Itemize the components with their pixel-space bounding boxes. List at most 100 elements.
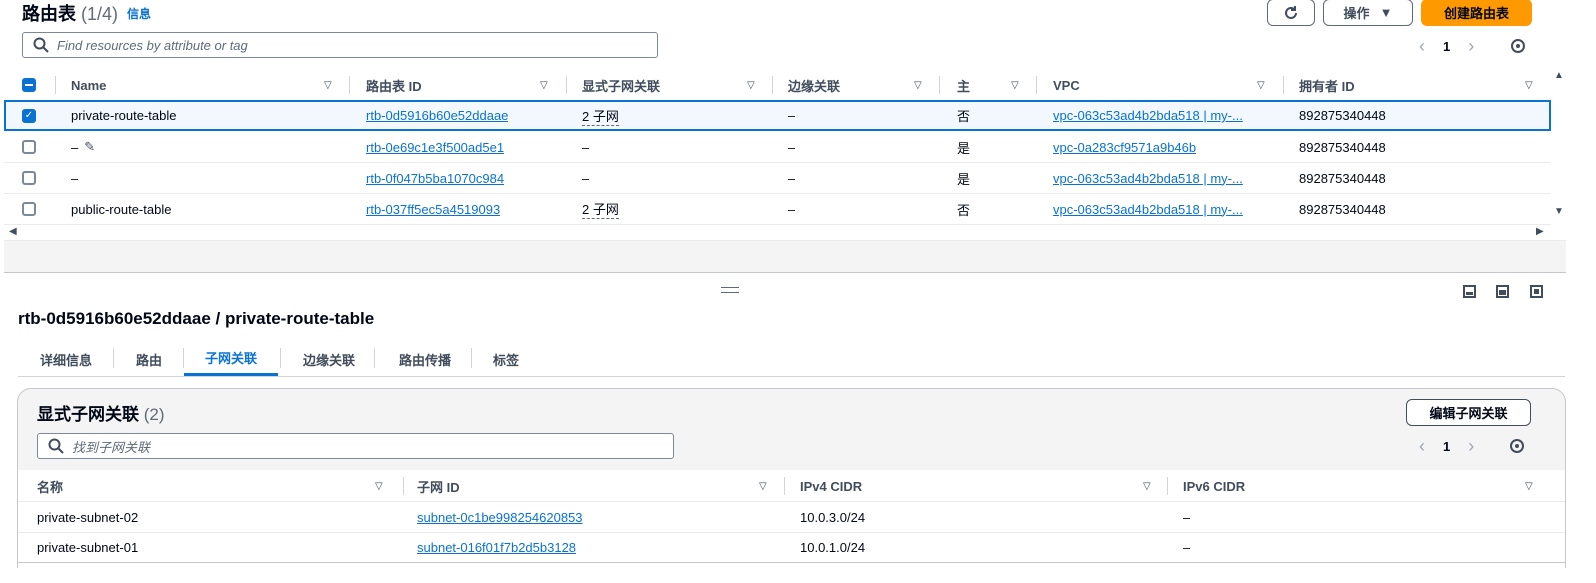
actions-button[interactable]: 操作 ▼ [1323,0,1413,26]
row-name[interactable]: private-route-table [71,102,177,129]
route-table-id-link[interactable]: rtb-037ff5ec5a4519093 [366,202,500,217]
row-name: public-route-table [71,201,172,217]
row-checkbox[interactable] [22,140,36,154]
column-header-id[interactable]: 路由表 ID [366,76,422,95]
tab-details[interactable]: 详细信息 [26,342,106,376]
column-header-main[interactable]: 主 [957,76,970,95]
sort-icon[interactable]: ▽ [540,80,548,91]
table-row[interactable]: public-route-table rtb-037ff5ec5a4519093… [4,194,1551,225]
main-flag: 否 [957,109,971,124]
next-page-icon[interactable]: › [1468,436,1474,457]
settings-icon[interactable] [1509,37,1527,55]
table-row[interactable]: – rtb-0f047b5ba1070c984 – – 是 vpc-063c53… [4,163,1551,194]
row-name: – [71,139,79,155]
sort-icon[interactable]: ▽ [1525,80,1533,91]
column-header-edge[interactable]: 边缘关联 [788,76,840,95]
column-divider[interactable] [784,477,785,495]
info-link[interactable]: 信息 [127,5,151,22]
sort-icon[interactable]: ▽ [1257,80,1265,91]
page-number[interactable]: 1 [1443,439,1450,454]
split-panel-bottom-icon[interactable] [1463,285,1476,298]
settings-icon[interactable] [1508,437,1526,455]
main-flag: 是 [957,171,971,187]
column-divider[interactable] [939,76,940,94]
column-header-subnets[interactable]: 显式子网关联 [582,76,660,95]
route-table-id-link[interactable]: rtb-0d5916b60e52ddaae [366,108,508,123]
column-divider[interactable] [1036,76,1037,94]
tab-route-propagation[interactable]: 路由传播 [380,342,470,376]
prev-page-icon[interactable]: ‹ [1419,36,1425,57]
vpc-link[interactable]: vpc-063c53ad4b2bda518 | my-... [1053,202,1243,217]
create-route-table-button[interactable]: 创建路由表 [1421,0,1532,26]
column-header-name[interactable]: Name [71,78,106,93]
subnet-id-link[interactable]: subnet-016f01f7b2d5b3128 [417,540,576,555]
edge-association: – [788,201,796,217]
sort-icon[interactable]: ▽ [375,481,383,492]
tab-tags[interactable]: 标签 [478,342,534,376]
column-header-subnet-name[interactable]: 名称 [37,477,63,496]
scroll-right-icon[interactable]: ▶ [1536,226,1544,237]
subnet-row: private-subnet-01 subnet-016f01f7b2d5b31… [18,532,1565,563]
vpc-link[interactable]: vpc-063c53ad4b2bda518 | my-... [1053,171,1243,186]
column-divider[interactable] [1167,477,1168,495]
sort-icon[interactable]: ▽ [1011,80,1019,91]
select-all-checkbox[interactable] [22,78,36,92]
row-checkbox[interactable] [22,202,36,216]
route-table-id-link[interactable]: rtb-0e69c1e3f500ad5e1 [366,140,504,155]
column-header-vpc[interactable]: VPC [1053,78,1080,93]
subnet-association-count[interactable]: 2 子网 [582,106,619,126]
tab-edge-associations[interactable]: 边缘关联 [284,342,374,376]
sort-icon[interactable]: ▽ [759,481,767,492]
tab-divider [280,348,281,368]
vpc-link[interactable]: vpc-063c53ad4b2bda518 | my-... [1053,108,1243,123]
tab-routes[interactable]: 路由 [118,342,180,376]
subnet-id-link[interactable]: subnet-0c1be998254620853 [417,510,583,525]
sort-icon[interactable]: ▽ [747,80,755,91]
sort-icon[interactable]: ▽ [1525,481,1533,492]
search-placeholder: Find resources by attribute or tag [57,37,248,53]
prev-page-icon[interactable]: ‹ [1419,436,1425,457]
scroll-up-icon[interactable]: ▲ [1554,70,1564,81]
split-panel-full-icon[interactable] [1530,285,1543,298]
page-title: 路由表 (1/4) [22,0,118,26]
column-divider[interactable] [403,477,404,495]
edit-subnet-associations-button[interactable]: 编辑子网关联 [1406,399,1531,426]
column-divider[interactable] [55,76,56,94]
tab-subnet-associations[interactable]: 子网关联 [184,342,278,376]
main-flag: 是 [957,140,971,156]
page-number[interactable]: 1 [1443,39,1450,54]
table-header: Name ▽ 路由表 ID ▽ 显式子网关联 ▽ 边缘关联 ▽ 主 ▽ VPC … [4,71,1551,99]
owner-id: 892875340448 [1299,108,1386,123]
edit-pencil-icon[interactable]: ✎ [84,139,95,155]
next-page-icon[interactable]: › [1468,36,1474,57]
column-header-ipv4[interactable]: IPv4 CIDR [800,479,862,494]
column-divider[interactable] [772,76,773,94]
scroll-left-icon[interactable]: ◀ [9,226,17,237]
column-header-owner[interactable]: 拥有者 ID [1299,76,1355,95]
column-divider[interactable] [1283,76,1284,94]
table-row[interactable]: ✓ private-route-table rtb-0d5916b60e52dd… [4,100,1551,131]
sort-icon[interactable]: ▽ [914,80,922,91]
row-checkbox[interactable] [22,171,36,185]
refresh-button[interactable] [1267,0,1315,26]
route-table-id-link[interactable]: rtb-0f047b5ba1070c984 [366,171,504,186]
vpc-link[interactable]: vpc-0a283cf9571a9b46b [1053,140,1196,155]
resize-handle-icon[interactable] [721,287,739,293]
column-header-ipv6[interactable]: IPv6 CIDR [1183,479,1245,494]
column-header-subnet-id[interactable]: 子网 ID [417,477,460,496]
table-row[interactable]: – ✎ rtb-0e69c1e3f500ad5e1 – – 是 vpc-0a28… [4,132,1551,163]
column-divider[interactable] [349,76,350,94]
column-divider[interactable] [566,76,567,94]
search-input[interactable]: Find resources by attribute or tag [22,32,658,58]
sort-icon[interactable]: ▽ [324,80,332,91]
split-panel-side-icon[interactable] [1496,285,1509,298]
sort-icon[interactable]: ▽ [1143,481,1151,492]
owner-id: 892875340448 [1299,201,1386,217]
scroll-down-icon[interactable]: ▼ [1554,206,1564,217]
subnet-association-count[interactable]: 2 子网 [582,199,619,219]
subnet-table-header: 名称 ▽ 子网 ID ▽ IPv4 CIDR ▽ IPv6 CIDR ▽ [18,471,1565,501]
subnet-search-input[interactable]: 找到子网关联 [37,433,674,459]
selection-count: (1/4) [81,4,119,24]
subnet-panel-title-text: 显式子网关联 [37,405,139,424]
row-checkbox[interactable]: ✓ [22,108,36,123]
